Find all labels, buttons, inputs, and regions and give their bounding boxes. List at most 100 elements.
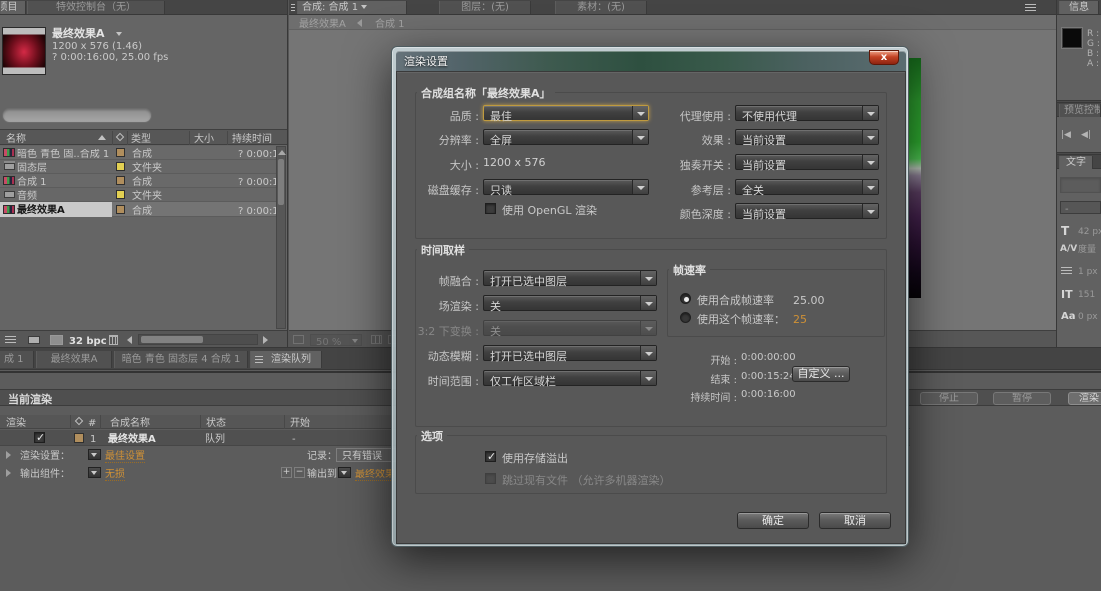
col-name[interactable]: 名称 xyxy=(6,134,26,145)
table-row[interactable]: 合成 1 合成 ? 0:00:1 xyxy=(0,174,277,188)
use-this-framerate-radio[interactable] xyxy=(680,312,691,323)
render-settings-link[interactable]: 最佳设置 xyxy=(105,451,145,463)
tab-render-queue[interactable]: 渲染队列 xyxy=(250,351,322,368)
solo-select[interactable]: 当前设置 xyxy=(735,154,879,170)
tab-comp1-timeline[interactable]: 成 1 xyxy=(0,351,34,368)
bit-depth-label[interactable]: 32 bpc xyxy=(69,336,107,347)
render-button[interactable]: 渲染 xyxy=(1068,392,1101,405)
scroll-up-icon[interactable] xyxy=(278,150,286,155)
hscrollbar[interactable] xyxy=(138,334,258,345)
field-render-select[interactable]: 关 xyxy=(483,295,657,311)
magnification-select[interactable]: 50 % xyxy=(310,334,362,346)
col-comp-name[interactable]: 合成名称 xyxy=(110,418,150,429)
col-type[interactable]: 类型 xyxy=(131,134,151,145)
breadcrumb-comp[interactable]: 最终效果A xyxy=(299,19,346,30)
scroll-thumb[interactable] xyxy=(278,159,284,205)
tab-composition[interactable]: 合成: 合成 1 xyxy=(297,1,407,14)
storage-overflow-checkbox[interactable] xyxy=(485,451,496,462)
leading-value[interactable]: 1 px xyxy=(1078,268,1098,278)
vertical-scale-value[interactable]: 151 xyxy=(1078,291,1095,301)
first-frame-icon[interactable]: |◀ xyxy=(1061,131,1071,141)
tab-layer[interactable]: 图层：(无) xyxy=(439,1,531,14)
interpret-footage-icon[interactable] xyxy=(5,336,16,344)
custom-framerate-value[interactable]: 25 xyxy=(793,314,807,326)
color-depth-select[interactable]: 当前设置 xyxy=(735,203,879,219)
col-size[interactable]: 大小 xyxy=(194,134,214,145)
grid-guides-icon[interactable] xyxy=(371,335,382,344)
tab-preview[interactable]: 预览控制台 xyxy=(1059,104,1101,117)
breadcrumb-subcomp[interactable]: 合成 1 xyxy=(375,19,405,30)
project-scrollbar[interactable] xyxy=(276,146,286,329)
tab-project[interactable]: 项目 xyxy=(0,1,26,14)
add-output-button[interactable]: + xyxy=(281,467,292,478)
output-module-link[interactable]: 无损 xyxy=(105,469,125,481)
label-color-icon[interactable] xyxy=(75,417,83,425)
label-color-icon[interactable] xyxy=(116,133,124,141)
table-row[interactable]: 暗色 青色 固..合成 1 合成 ? 0:00:1 xyxy=(0,146,277,160)
hscroll-right-icon[interactable] xyxy=(263,336,268,344)
col-started[interactable]: 开始 xyxy=(290,418,310,429)
label-chip[interactable] xyxy=(116,176,125,185)
table-row[interactable]: 音频 文件夹 xyxy=(0,188,277,202)
twirl-icon[interactable] xyxy=(6,451,11,459)
tab-footage[interactable]: 素材：(无) xyxy=(555,1,647,14)
tab-info[interactable]: 信息 xyxy=(1059,1,1099,14)
remove-output-button[interactable]: − xyxy=(294,467,305,478)
tab-character[interactable]: 文字 xyxy=(1059,156,1093,169)
col-render[interactable]: 渲染 xyxy=(6,418,26,429)
log-dropdown[interactable]: 只有错误 xyxy=(336,448,396,462)
time-span-select[interactable]: 仅工作区域栏 xyxy=(483,370,657,386)
table-row-selected[interactable]: 最终效果A 合成 ? 0:00:1 xyxy=(0,202,277,217)
hscroll-left-icon[interactable] xyxy=(127,336,132,344)
col-num[interactable]: # xyxy=(88,418,96,429)
dialog-titlebar[interactable]: 渲染设置 x xyxy=(396,51,906,71)
font-size-value[interactable]: 42 px xyxy=(1078,228,1101,238)
pause-button[interactable]: 暂停 xyxy=(993,392,1051,405)
use-comp-framerate-radio[interactable] xyxy=(680,293,691,304)
font-style-select[interactable]: - xyxy=(1060,201,1101,214)
frame-blending-select[interactable]: 打开已选中图层 xyxy=(483,270,657,286)
twirl-icon[interactable] xyxy=(6,469,11,477)
output-to-link[interactable]: 最终效果A xyxy=(355,469,395,481)
stop-button[interactable]: 停止 xyxy=(920,392,978,405)
render-checkbox[interactable] xyxy=(34,432,45,443)
panel-menu-icon[interactable] xyxy=(361,5,367,9)
prev-frame-icon[interactable]: ◀| xyxy=(1081,131,1091,141)
region-of-interest-icon[interactable] xyxy=(293,335,304,344)
output-module-dropdown-icon[interactable] xyxy=(88,467,101,478)
label-chip[interactable] xyxy=(116,162,125,171)
col-duration[interactable]: 持续时间 xyxy=(232,134,272,145)
tab-final-effect-timeline[interactable]: 最终效果A xyxy=(36,351,112,368)
custom-button[interactable]: 自定义 ... xyxy=(792,366,850,382)
chevron-down-icon[interactable] xyxy=(116,32,122,36)
output-to-dropdown-icon[interactable] xyxy=(338,467,351,478)
hscroll-thumb[interactable] xyxy=(141,336,203,343)
search-input[interactable] xyxy=(2,108,152,123)
panel-options-icon[interactable] xyxy=(1025,4,1036,12)
table-row[interactable]: 固态层 文件夹 xyxy=(0,160,277,174)
resolution-select[interactable]: 全屏 xyxy=(483,129,649,145)
kerning-value[interactable]: 度量 xyxy=(1078,246,1096,256)
new-comp-icon[interactable] xyxy=(50,335,63,345)
label-chip[interactable] xyxy=(74,433,84,443)
motion-blur-select[interactable]: 打开已选中图层 xyxy=(483,345,657,361)
effects-select[interactable]: 当前设置 xyxy=(735,129,879,145)
ok-button[interactable]: 确定 xyxy=(737,512,809,529)
close-button[interactable]: x xyxy=(869,50,899,65)
tab-effect-controls[interactable]: 特效控制台（无） xyxy=(27,1,165,14)
font-family-input[interactable] xyxy=(1060,177,1101,193)
new-folder-icon[interactable] xyxy=(28,336,40,344)
label-chip[interactable] xyxy=(116,190,125,199)
baseline-shift-value[interactable]: 0 px xyxy=(1078,313,1098,323)
tab-dark-cyan-solid-timeline[interactable]: 暗色 青色 固态层 4 合成 1 xyxy=(114,351,248,368)
label-chip[interactable] xyxy=(116,205,125,214)
trash-icon[interactable] xyxy=(109,335,118,345)
quality-select[interactable]: 最佳 xyxy=(483,105,649,121)
guide-layers-select[interactable]: 全关 xyxy=(735,179,879,195)
label-chip[interactable] xyxy=(116,148,125,157)
col-status[interactable]: 状态 xyxy=(206,418,226,429)
cancel-button[interactable]: 取消 xyxy=(819,512,891,529)
render-settings-dropdown-icon[interactable] xyxy=(88,449,101,460)
disk-cache-select[interactable]: 只读 xyxy=(483,179,649,195)
proxy-select[interactable]: 不使用代理 xyxy=(735,105,879,121)
